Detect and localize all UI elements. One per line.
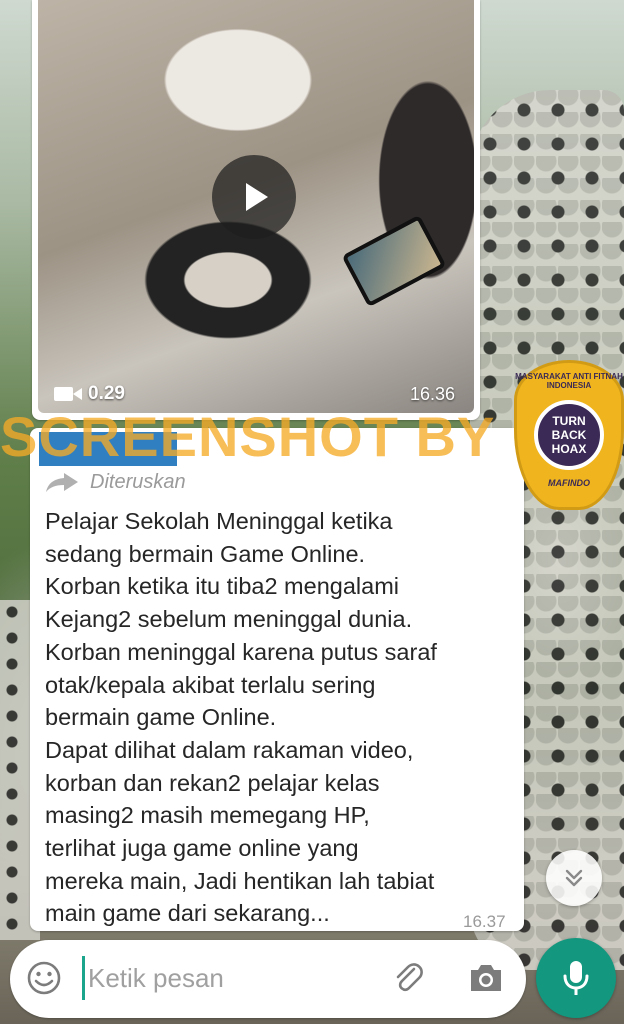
- double-chevron-down-icon: [565, 869, 583, 887]
- message-body: Pelajar Sekolah Meninggal ketika sedang …: [45, 508, 437, 927]
- camera-icon: [471, 965, 501, 991]
- badge-line-1: TURN: [552, 414, 586, 428]
- play-icon: [246, 183, 268, 211]
- video-camera-icon: [54, 387, 82, 401]
- video-phone-detail: [341, 214, 447, 308]
- emoji-icon: [27, 961, 61, 995]
- message-input[interactable]: [82, 956, 372, 1000]
- sender-redaction-bar: [39, 432, 177, 466]
- microphone-icon: [563, 961, 589, 995]
- scroll-to-bottom-button[interactable]: [546, 850, 602, 906]
- badge-bottom-text: MAFINDO: [548, 478, 590, 488]
- badge-line-3: HOAX: [551, 442, 587, 456]
- play-button[interactable]: [212, 155, 296, 239]
- paperclip-icon: [396, 963, 423, 992]
- video-duration-text: 0.29: [88, 383, 125, 404]
- badge-top-text: MASYARAKAT ANTI FITNAH INDONESIA: [515, 372, 623, 390]
- emoji-button[interactable]: [24, 958, 64, 998]
- voice-message-button[interactable]: [536, 938, 616, 1018]
- camera-button[interactable]: [464, 958, 508, 998]
- badge-line-2: BACK: [551, 428, 587, 442]
- attach-button[interactable]: [388, 958, 428, 998]
- turnbackhoax-logo: MASYARAKAT ANTI FITNAH INDONESIA TURN BA…: [514, 360, 624, 510]
- message-timestamp: 16.37: [463, 912, 506, 931]
- video-timestamp: 16.36: [410, 384, 456, 404]
- forwarded-label: Diteruskan: [44, 470, 186, 494]
- badge-seal: TURN BACK HOAX: [534, 400, 604, 470]
- forward-arrow-icon: [46, 473, 78, 492]
- forwarded-text: Diteruskan: [90, 470, 186, 493]
- video-duration: 0.29: [54, 382, 125, 406]
